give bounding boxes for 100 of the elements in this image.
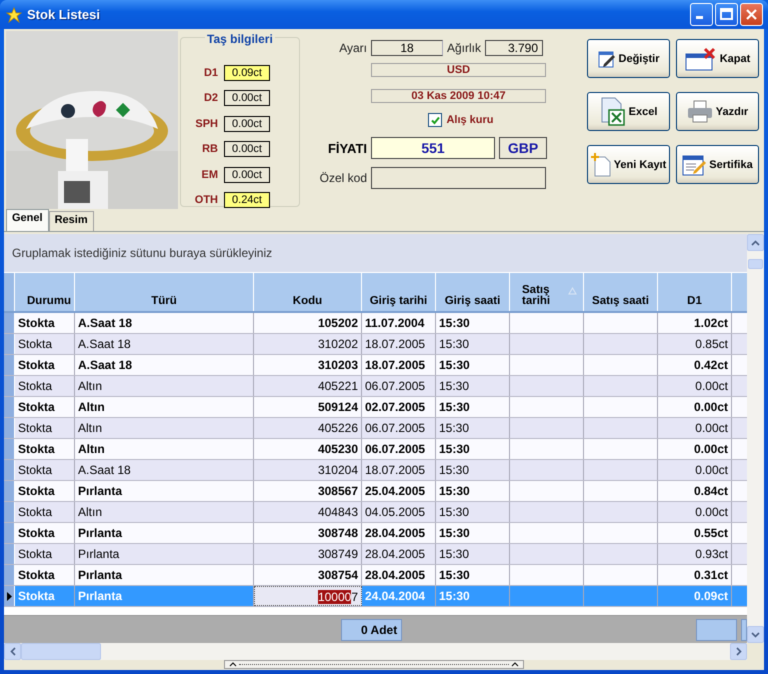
scroll-left-button[interactable] xyxy=(4,643,21,660)
carat-cell: 0.09ct xyxy=(658,586,732,606)
scroll-thumb[interactable] xyxy=(21,643,101,660)
checkbox[interactable] xyxy=(428,113,442,127)
table-cell: 15:30 xyxy=(436,376,510,396)
table-row[interactable]: Stokta Altın 404843 04.05.2005 15:30 0.00ct xyxy=(4,502,747,523)
table-row[interactable]: Stokta Altın 405230 06.07.2005 15:30 0.00ct xyxy=(4,439,747,460)
scroll-right-button[interactable] xyxy=(730,643,747,660)
status-cell: Stokta xyxy=(15,376,75,396)
close-button[interactable]: Kapat xyxy=(676,39,759,78)
minimize-button[interactable] xyxy=(690,3,713,26)
table-row[interactable]: Stokta A.Saat 18 310202 18.07.2005 15:30 0.85ct xyxy=(4,334,747,355)
type-cell: Altın xyxy=(75,418,254,438)
column-header[interactable]: D1 xyxy=(658,273,732,311)
status-cell: Stokta xyxy=(15,544,75,564)
summary-cell: 0 Adet xyxy=(341,618,402,640)
print-button[interactable]: Yazdır xyxy=(676,92,759,131)
column-header[interactable]: Kodu xyxy=(254,273,362,311)
maximize-button[interactable] xyxy=(715,3,738,26)
summary-cell xyxy=(740,618,747,640)
table-cell: 28.04.2005 xyxy=(362,565,436,585)
column-header[interactable]: Satış tarihi xyxy=(510,273,584,311)
table-cell: 18.07.2005 xyxy=(362,334,436,354)
star-icon xyxy=(6,6,22,22)
table-cell: 15:30 xyxy=(436,544,510,564)
status-cell: Stokta xyxy=(15,334,75,354)
table-cell: 15:30 xyxy=(436,481,510,501)
vertical-scrollbar[interactable] xyxy=(747,234,764,643)
row-selector[interactable] xyxy=(4,586,15,606)
table-cell: 15:30 xyxy=(436,523,510,543)
table-row[interactable]: Stokta Altın 405221 06.07.2005 15:30 0.00ct xyxy=(4,376,747,397)
input-field[interactable] xyxy=(371,167,546,189)
type-cell: Pırlanta xyxy=(75,481,254,501)
horizontal-scrollbar[interactable] xyxy=(4,643,747,660)
window-title: Stok Listesi xyxy=(27,7,101,22)
checkbox-label: Alış kuru xyxy=(446,114,494,126)
table-row[interactable]: Stokta Pırlanta 308567 25.04.2005 15:30 0.84ct xyxy=(4,481,747,502)
close-button[interactable] xyxy=(740,3,763,26)
carat-cell: 0.00ct xyxy=(658,376,732,396)
column-header[interactable]: Satış saati xyxy=(584,273,658,311)
window-close-icon xyxy=(684,46,717,70)
column-header[interactable]: Türü xyxy=(75,273,254,311)
carat-cell: 0.42ct xyxy=(658,355,732,375)
status-cell: Stokta xyxy=(15,481,75,501)
code-cell: 405226 xyxy=(254,418,362,438)
table-row[interactable]: Stokta A.Saat 18 310203 18.07.2005 15:30 0.42ct xyxy=(4,355,747,376)
column-header[interactable]: Durumu xyxy=(15,273,75,311)
table-cell: 06.07.2005 xyxy=(362,418,436,438)
table-row[interactable]: Stokta A.Saat 18 105202 11.07.2004 15:30 1.02ct xyxy=(4,313,747,334)
table-cell: 18.07.2005 xyxy=(362,355,436,375)
excel-button[interactable]: Excel xyxy=(587,92,670,131)
code-cell: 105202 xyxy=(254,313,362,333)
code-cell[interactable]: 100007 xyxy=(254,586,362,606)
type-cell: A.Saat 18 xyxy=(75,313,254,333)
stone-value-field: 0.09ct xyxy=(224,64,270,81)
type-cell: Pırlanta xyxy=(75,565,254,585)
field-label: Ayarı xyxy=(338,41,367,55)
tab[interactable]: Genel xyxy=(6,209,49,231)
stone-label: EM xyxy=(202,168,218,181)
table-row[interactable]: Stokta Altın 509124 02.07.2005 15:30 0.00ct xyxy=(4,397,747,418)
column-header[interactable]: Giriş tarihi xyxy=(362,273,436,311)
table-cell: 24.04.2004 xyxy=(362,586,436,606)
group-hint: Gruplamak istediğiniz sütunu buraya sürükleyiniz xyxy=(12,246,272,260)
table-row[interactable]: Stokta Altın 405226 06.07.2005 15:30 0.00ct xyxy=(4,418,747,439)
status-cell: Stokta xyxy=(15,565,75,585)
type-cell: A.Saat 18 xyxy=(75,334,254,354)
tab[interactable]: Resim xyxy=(48,211,94,231)
table-cell: 28.04.2005 xyxy=(362,523,436,543)
certificate-button[interactable]: Sertifika xyxy=(676,145,759,184)
carat-cell: 0.93ct xyxy=(658,544,732,564)
status-cell: Stokta xyxy=(15,502,75,522)
table-row[interactable]: Stokta A.Saat 18 310204 18.07.2005 15:30 0.00ct xyxy=(4,460,747,481)
splitter-handle[interactable] xyxy=(224,660,524,669)
type-cell: Pırlanta xyxy=(75,544,254,564)
stone-value-field: 0.24ct xyxy=(224,192,270,208)
scroll-up-button[interactable] xyxy=(747,234,764,251)
edit-form-icon xyxy=(682,154,706,176)
table-row[interactable]: Stokta Pırlanta 308754 28.04.2005 15:30 0.31ct xyxy=(4,565,747,586)
carat-cell: 0.00ct xyxy=(658,397,732,417)
scroll-down-button[interactable] xyxy=(747,626,764,643)
field-label: Özel kod xyxy=(318,171,367,185)
edit-button[interactable]: Değiştir xyxy=(587,39,670,78)
status-cell: Stokta xyxy=(15,418,75,438)
scroll-thumb[interactable] xyxy=(748,259,763,269)
column-header[interactable]: Giriş saati xyxy=(436,273,510,311)
table-row[interactable]: Stokta Pırlanta 308749 28.04.2005 15:30 0.93ct xyxy=(4,544,747,565)
new-record-button[interactable]: Yeni Kayıt xyxy=(587,145,670,184)
table-cell: 04.05.2005 xyxy=(362,502,436,522)
carat-cell: 0.00ct xyxy=(658,439,732,459)
carat-cell: 0.85ct xyxy=(658,334,732,354)
table-cell: 06.07.2005 xyxy=(362,376,436,396)
table-cell: 15:30 xyxy=(436,397,510,417)
status-cell: Stokta xyxy=(15,586,75,606)
field-label: Ağırlık xyxy=(447,41,482,55)
table-cell: 25.04.2005 xyxy=(362,481,436,501)
table-row[interactable]: Stokta Pırlanta 308748 28.04.2005 15:30 0.55ct xyxy=(4,523,747,544)
type-cell: Altın xyxy=(75,439,254,459)
table-cell: 15:30 xyxy=(436,586,510,606)
purity-field: 18 xyxy=(371,40,443,56)
table-row[interactable]: Stokta Pırlanta 100007 24.04.2004 15:30 0.09ct xyxy=(4,586,747,607)
